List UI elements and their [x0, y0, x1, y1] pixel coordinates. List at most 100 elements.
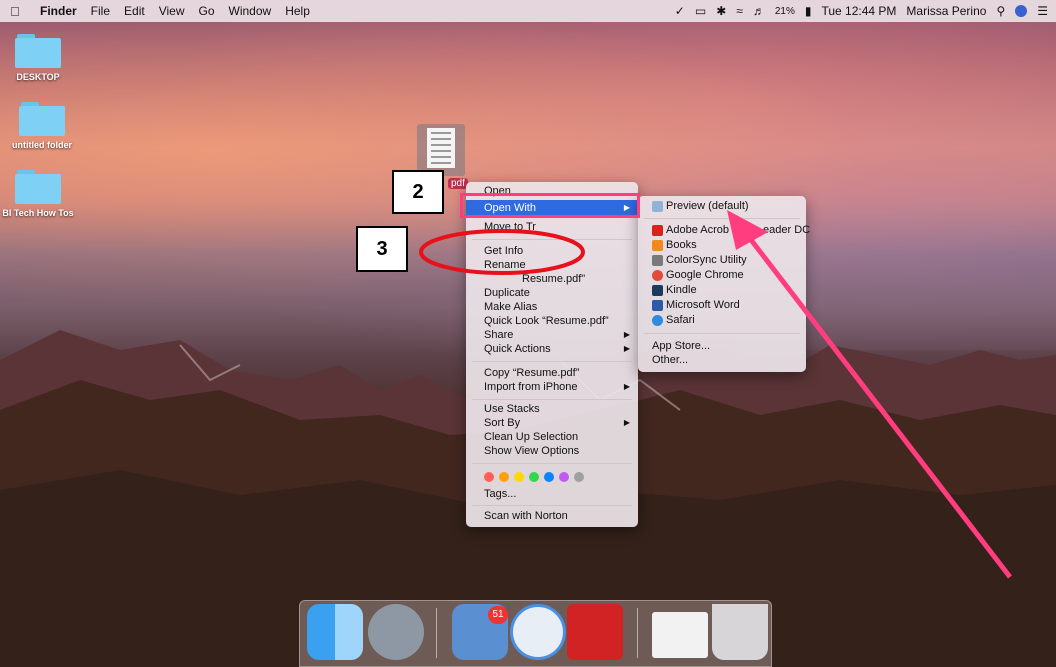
battery-percent[interactable]: 21%: [775, 6, 795, 17]
user-name[interactable]: Marissa Perino: [906, 4, 986, 18]
trash-icon[interactable]: [712, 604, 768, 660]
submenu-arrow-icon: ▶: [623, 418, 630, 427]
menu-item-show-view-options[interactable]: Show View Options: [484, 444, 579, 458]
app-label: Safari: [666, 314, 695, 326]
tag-gray[interactable]: [574, 472, 584, 482]
menu-item-duplicate[interactable]: Duplicate: [484, 286, 530, 300]
annotation-highlight-rect: [460, 193, 640, 218]
menu-item-scan-norton[interactable]: Scan with Norton: [484, 509, 568, 523]
file-name-label: pdf: [448, 178, 468, 189]
tag-blue[interactable]: [544, 472, 554, 482]
apple-menu-icon[interactable]: : [10, 4, 28, 19]
volume-icon[interactable]: ♬: [753, 4, 765, 18]
wifi-icon[interactable]: ≈: [736, 4, 743, 18]
resume-pdf-file[interactable]: [417, 124, 465, 176]
menu-item-share[interactable]: Share: [484, 328, 513, 342]
menu-item-make-alias[interactable]: Make Alias: [484, 300, 537, 314]
menu-item-tags[interactable]: Tags...: [484, 487, 516, 501]
menu-item-clean-up[interactable]: Clean Up Selection: [484, 430, 578, 444]
safari-icon[interactable]: [510, 604, 566, 660]
folder-icon: [15, 170, 61, 204]
menu-bar:  Finder File Edit View Go Window Help ✓…: [0, 0, 1056, 22]
menu-item-get-info[interactable]: Get Info: [484, 244, 523, 258]
app-label: Microsoft Word: [666, 299, 740, 311]
submenu-arrow-icon: ▶: [623, 344, 630, 353]
tag-green[interactable]: [529, 472, 539, 482]
desktop-item-label: BI Tech How Tos: [2, 208, 74, 218]
desktop-item-label: DESKTOP: [16, 72, 60, 82]
menu-item-use-stacks[interactable]: Use Stacks: [484, 402, 540, 416]
airplay-icon[interactable]: ▭: [695, 4, 706, 18]
menu-app-finder[interactable]: Finder: [40, 4, 77, 18]
app-label: ColorSync Utility: [666, 254, 747, 266]
menu-item-move-to-trash[interactable]: Move to Tr: [484, 220, 536, 234]
context-menu: Open Open With ▶ Move to Tr Get Info Ren…: [466, 182, 638, 527]
desktop-item-label: untitled folder: [12, 140, 72, 150]
finder-icon[interactable]: [307, 604, 363, 660]
desktop-item-bi-tech-how-tos[interactable]: BI Tech How Tos: [0, 170, 78, 218]
menu-separator: [472, 505, 632, 506]
menu-item-copy[interactable]: Copy “Resume.pdf”: [484, 366, 579, 380]
app-label: Preview (default): [666, 200, 749, 212]
app-store[interactable]: App Store...: [652, 339, 710, 354]
submenu-arrow-icon: ▶: [623, 330, 630, 339]
app-label: Books: [666, 239, 697, 251]
tag-purple[interactable]: [559, 472, 569, 482]
app-preview[interactable]: Preview (default): [652, 199, 749, 214]
desktop-item-desktop[interactable]: DESKTOP: [0, 34, 78, 82]
open-with-submenu: Preview (default) Adobe Acrob eader DC Bo…: [638, 196, 810, 372]
menu-separator: [472, 399, 632, 400]
app-label: eader DC: [763, 224, 811, 236]
mail-badge: 51: [488, 606, 508, 624]
menu-window[interactable]: Window: [229, 4, 272, 18]
menu-file[interactable]: File: [91, 4, 110, 18]
menu-item-rename[interactable]: Rename: [484, 258, 526, 272]
app-colorsync[interactable]: ColorSync Utility: [652, 253, 747, 268]
tag-red[interactable]: [484, 472, 494, 482]
menu-item-sort-by[interactable]: Sort By: [484, 416, 520, 430]
app-safari[interactable]: Safari: [652, 313, 695, 328]
tag-color-dots: [484, 472, 589, 482]
acrobat-icon[interactable]: [567, 604, 623, 660]
desktop-item-untitled-folder[interactable]: untitled folder: [2, 102, 82, 150]
bluetooth-icon[interactable]: ✱: [716, 4, 726, 18]
preview-icon: [652, 201, 663, 212]
checkmark-icon[interactable]: ✓: [675, 4, 685, 18]
app-chrome[interactable]: Google Chrome: [652, 268, 744, 283]
app-kindle[interactable]: Kindle: [652, 283, 697, 298]
acrobat-icon: [652, 225, 663, 236]
submenu-arrow-icon: ▶: [623, 382, 630, 391]
menu-item-quick-look[interactable]: Quick Look “Resume.pdf”: [484, 314, 609, 328]
menu-edit[interactable]: Edit: [124, 4, 145, 18]
clock[interactable]: Tue 12:44 PM: [821, 4, 896, 18]
folder-icon: [15, 34, 61, 68]
launchpad-icon[interactable]: [368, 604, 424, 660]
menu-view[interactable]: View: [159, 4, 185, 18]
document-icon[interactable]: [652, 612, 708, 658]
app-label: Google Chrome: [666, 269, 744, 281]
app-label: Adobe Acrob: [666, 224, 729, 236]
menu-extras: ✓ ▭ ✱ ≈ ♬ 21% ▮ Tue 12:44 PM Marissa Per…: [665, 0, 1048, 22]
siri-icon[interactable]: [1015, 5, 1028, 17]
menu-item-compress[interactable]: Resume.pdf": [522, 272, 585, 286]
menu-go[interactable]: Go: [199, 4, 215, 18]
spotlight-icon[interactable]: ⚲: [996, 4, 1005, 18]
chrome-icon: [652, 270, 663, 281]
menu-separator: [472, 239, 632, 240]
word-icon: [652, 300, 663, 311]
menu-help[interactable]: Help: [285, 4, 310, 18]
menu-separator: [644, 333, 800, 334]
app-adobe-acrobat[interactable]: Adobe Acrob eader DC: [652, 223, 810, 238]
app-books[interactable]: Books: [652, 238, 697, 253]
tag-orange[interactable]: [499, 472, 509, 482]
battery-icon[interactable]: ▮: [805, 4, 812, 18]
app-word[interactable]: Microsoft Word: [652, 298, 740, 313]
notification-center-icon[interactable]: ☰: [1037, 4, 1048, 18]
safari-icon: [652, 315, 663, 326]
menu-separator: [472, 463, 632, 464]
menu-item-import-iphone[interactable]: Import from iPhone: [484, 380, 578, 394]
menu-item-quick-actions[interactable]: Quick Actions: [484, 342, 551, 356]
dock-divider: [637, 608, 638, 658]
tag-yellow[interactable]: [514, 472, 524, 482]
app-other[interactable]: Other...: [652, 353, 688, 368]
